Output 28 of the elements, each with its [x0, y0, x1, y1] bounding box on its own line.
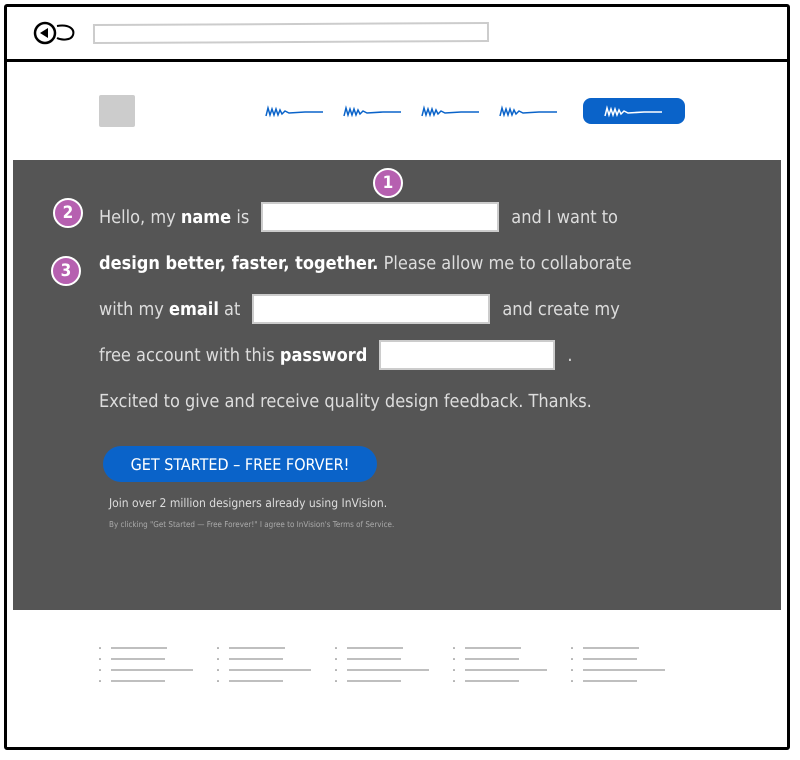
step-marker: 1 — [373, 168, 403, 198]
form-text: and I want to — [511, 206, 618, 228]
form-text: and create my — [502, 298, 620, 320]
logo-placeholder — [99, 95, 135, 127]
form-text: Excited to give and receive quality design feedback. Thanks. — [99, 390, 592, 412]
squiggle-icon — [421, 104, 481, 118]
nav-button[interactable] — [583, 98, 685, 124]
get-started-button[interactable]: GET STARTED – FREE FORVER! — [103, 446, 377, 482]
squiggle-icon — [604, 104, 664, 118]
form-text: with my email at — [99, 298, 240, 320]
form-text: Hello, my name is — [99, 206, 250, 228]
input-field[interactable] — [261, 202, 500, 232]
step-marker: 2 — [53, 198, 83, 228]
step-marker: 3 — [51, 256, 81, 286]
nav-link[interactable] — [421, 104, 481, 118]
nav-link[interactable] — [499, 104, 559, 118]
form-text: free account with this password — [99, 344, 368, 366]
squiggle-icon — [265, 104, 325, 118]
squiggle-icon — [343, 104, 403, 118]
squiggle-icon — [499, 104, 559, 118]
form-text: . — [567, 344, 572, 366]
nav-link[interactable] — [343, 104, 403, 118]
legal-text: By clicking "Get Started — Free Forever!" I agree to InVision's Terms of Service. — [109, 520, 396, 529]
form-text: design better, faster, together. Please allow me to collaborate — [99, 252, 632, 274]
nav-link[interactable] — [265, 104, 325, 118]
input-field[interactable] — [252, 294, 490, 324]
tagline-text: Join over 2 million designers already using InVision. — [109, 496, 388, 510]
input-field[interactable] — [379, 340, 556, 370]
